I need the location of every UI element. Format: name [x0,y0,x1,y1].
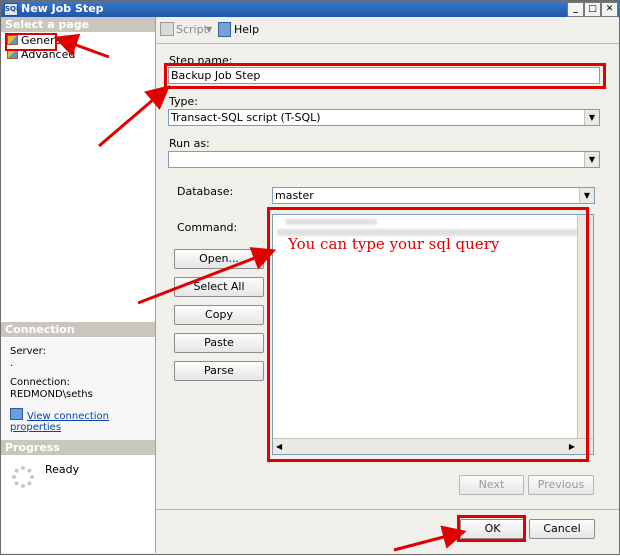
arrow-to-step-name [98,85,171,148]
annotation-arrows [53,33,467,552]
arrow-to-general [53,33,110,59]
arrow-to-ok [393,525,467,552]
new-job-step-window: SQL New Job Step _ □ ✕ Select a page Gen… [0,0,620,555]
arrow-to-command [137,247,277,305]
